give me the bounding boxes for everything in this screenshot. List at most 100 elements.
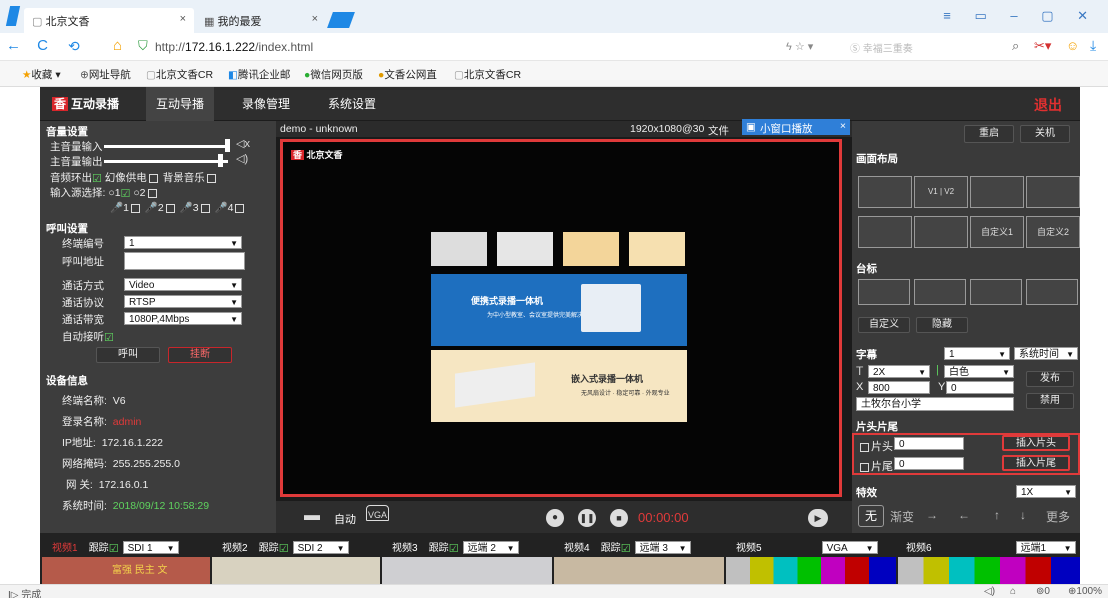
zoom-level[interactable]: ⊕100% [1068, 586, 1102, 597]
auto-answer-checkbox[interactable]: ☑ [104, 331, 114, 344]
effect-more[interactable]: 更多 [1046, 508, 1070, 525]
term-no-select[interactable]: 1 ▼ [124, 236, 242, 249]
search-icon[interactable]: ⌕ [1012, 38, 1019, 54]
fav-wechat[interactable]: ●微信网页版 [304, 67, 363, 82]
proto-select[interactable]: RTSP ▼ [124, 295, 242, 308]
undo-icon[interactable]: ⟲ [68, 38, 80, 55]
channel-3-thumb[interactable] [382, 557, 552, 584]
loop-checkbox[interactable]: ☑ [92, 172, 102, 185]
fav-nav[interactable]: ⊕网址导航 [80, 67, 131, 82]
effect-speed-select[interactable]: 1X ▼ [1016, 485, 1076, 498]
effect-up-icon[interactable]: ↑ [994, 508, 1000, 522]
star-icon[interactable]: ϟ ☆ ▾ [786, 40, 813, 53]
channel-5-select[interactable]: VGA ▼ [821, 541, 878, 554]
effect-right-icon[interactable]: → [926, 508, 938, 522]
head-checkbox[interactable] [860, 442, 869, 452]
nav-settings[interactable]: 系统设置 [318, 87, 386, 121]
output-volume-slider[interactable] [218, 154, 223, 167]
nav-directing[interactable]: 互动导播 [146, 87, 215, 121]
nav-buttons[interactable]: ← C [6, 37, 54, 54]
tail-checkbox[interactable] [860, 462, 869, 472]
fav-collect[interactable]: ★收藏 ▾ [22, 67, 61, 82]
caption-time-select[interactable]: 系统时间 ▼ [1014, 347, 1078, 360]
channel-5-colorbars[interactable] [726, 557, 896, 584]
insert-tail-button[interactable]: 插入片尾 [1002, 455, 1070, 471]
layout-pip[interactable] [970, 176, 1024, 208]
track-checkbox[interactable]: ☑ [621, 542, 631, 555]
layout-quad[interactable] [1026, 176, 1080, 208]
mic1-checkbox[interactable] [130, 203, 140, 213]
pause-button[interactable]: ❚❚ [578, 509, 596, 527]
fav-wenxiang[interactable]: ●文香公网直 [378, 67, 437, 82]
insert-head-button[interactable]: 插入片头 [1002, 435, 1070, 451]
source1-checkbox[interactable]: ☑ [121, 187, 131, 200]
channel-4-select[interactable]: 远端 3 ▼ [634, 541, 691, 554]
x-input[interactable]: 800 [868, 381, 930, 394]
track-checkbox[interactable]: ☑ [449, 542, 459, 555]
channel-2-thumb[interactable] [212, 557, 380, 584]
font-size-select[interactable]: 2X ▼ [868, 365, 930, 378]
call-addr-input[interactable] [124, 252, 245, 270]
bw-select[interactable]: 1080P,4Mbps ▼ [124, 312, 242, 325]
caption-text-input[interactable]: 土牧尔台小学 [856, 397, 1014, 411]
camera-icon[interactable]: ▶ [808, 509, 828, 527]
tools-icon[interactable]: ✂▾ [1034, 38, 1051, 54]
effect-left-icon[interactable]: ← [958, 508, 970, 522]
layout-custom2[interactable]: 自定义2 [1026, 216, 1080, 248]
channel-1-thumb[interactable]: 富强 民主 文 [42, 557, 210, 584]
fav-cr2[interactable]: ▢北京文香CR [454, 67, 521, 82]
logo-pos-tl[interactable] [858, 279, 910, 305]
channel-1-select[interactable]: SDI 1 ▼ [122, 541, 179, 554]
smile-icon[interactable]: ☺ [1066, 38, 1079, 53]
tab-favorites[interactable]: ▦ 我的最爱 × [196, 8, 326, 33]
input-volume-slider[interactable] [225, 139, 230, 152]
logo-pos-tr[interactable] [914, 279, 966, 305]
phantom-checkbox[interactable] [148, 173, 158, 183]
channel-4-thumb[interactable] [554, 557, 724, 584]
video-frame[interactable]: 香 北京文香 便携式录播一体机 为中小型教室、会议室提供完美解决方案 嵌入式录播… [280, 139, 842, 497]
channel-3-select[interactable]: 远端 2 ▼ [462, 541, 519, 554]
publish-button[interactable]: 发布 [1026, 371, 1074, 387]
mic2-checkbox[interactable] [165, 203, 175, 213]
download-icon[interactable]: ⤓ [1090, 37, 1096, 54]
logo-pos-br[interactable] [1026, 279, 1078, 305]
logo-pos-bl[interactable] [970, 279, 1022, 305]
track-checkbox[interactable]: ☑ [279, 542, 289, 555]
download-count[interactable]: ⊚0 [1036, 586, 1050, 597]
lock-icon[interactable]: ⌂ [1010, 586, 1016, 597]
effect-down-icon[interactable]: ↓ [1020, 508, 1026, 522]
layout-custom1[interactable]: 自定义1 [970, 216, 1024, 248]
mode-select[interactable]: Video ▼ [124, 278, 242, 291]
layout-single[interactable] [858, 176, 912, 208]
new-tab-button[interactable] [327, 12, 355, 28]
window-controls[interactable]: ≡ ▭ – ▢ ✕ [943, 8, 1098, 24]
channel-6-colorbars[interactable] [898, 557, 1080, 584]
layout-v1-v2[interactable]: V1 | V2 [914, 176, 968, 208]
effect-none[interactable]: 无 [858, 505, 884, 527]
tail-input[interactable]: 0 [894, 457, 964, 470]
source2-checkbox[interactable] [147, 188, 157, 198]
channel-2-select[interactable]: SDI 2 ▼ [292, 541, 349, 554]
nav-recordings[interactable]: 录像管理 [232, 87, 300, 121]
caption-no-select[interactable]: 1 ▼ [944, 347, 1010, 360]
channel-6-select[interactable]: 远端1 ▼ [1015, 541, 1076, 554]
close-tab-icon[interactable]: × [312, 13, 318, 25]
font-color-select[interactable]: 白色 ▼ [944, 365, 1014, 378]
layout-side-main[interactable] [914, 216, 968, 248]
url-field[interactable]: http://172.16.1.222/index.html [155, 40, 313, 54]
search-input[interactable]: Ⓢ 幸福三重奏 [850, 40, 913, 55]
head-input[interactable]: 0 [894, 437, 964, 450]
disable-button[interactable]: 禁用 [1026, 393, 1074, 409]
logo-hide-button[interactable]: 隐藏 [916, 317, 968, 333]
bgm-checkbox[interactable] [206, 173, 216, 183]
track-checkbox[interactable]: ☑ [109, 542, 119, 555]
speaker-icon[interactable]: ◁) [236, 152, 248, 165]
mute-icon[interactable]: ◁x [236, 137, 250, 150]
home-icon[interactable]: ⌂ [113, 37, 122, 54]
volume-icon[interactable]: ◁) [984, 586, 995, 597]
y-input[interactable]: 0 [946, 381, 1014, 394]
logo-custom-button[interactable]: 自定义 [858, 317, 910, 333]
vga-lock-icon[interactable]: VGA [366, 505, 390, 521]
logout-button[interactable]: 退出 [1034, 95, 1062, 115]
restart-button[interactable]: 重启 [964, 125, 1014, 143]
